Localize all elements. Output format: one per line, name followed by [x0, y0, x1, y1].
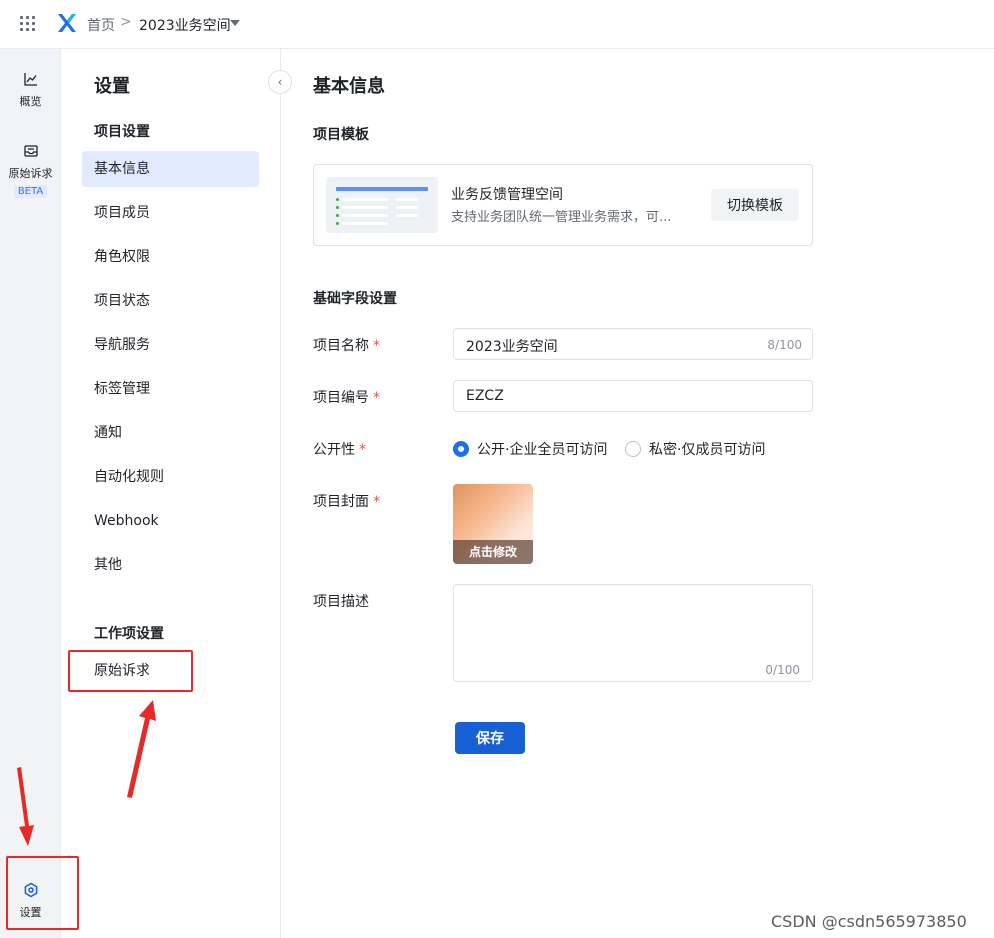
project-name-input[interactable]: 2023业务空间 8/100: [453, 328, 813, 360]
section-title-template: 项目模板: [313, 127, 369, 143]
sidebar-item-notifications[interactable]: 通知: [82, 415, 259, 451]
top-bar: 首页 > 2023业务空间: [0, 0, 994, 49]
field-label-code-text: 项目编号: [313, 390, 369, 406]
settings-sidebar: 设置 ‹ 项目设置 基本信息 项目成员 角色权限 项目状态 导航服务 标签管理 …: [62, 49, 292, 938]
field-label-visibility-text: 公开性: [313, 442, 355, 458]
breadcrumb-separator: >: [120, 14, 132, 30]
field-label-name: 项目名称 *: [313, 335, 380, 355]
field-label-cover-text: 项目封面: [313, 494, 369, 510]
breadcrumb-home[interactable]: 首页: [87, 15, 115, 35]
required-mark: *: [359, 442, 366, 458]
sidebar-title: 设置: [94, 76, 130, 97]
required-mark: *: [373, 338, 380, 354]
radio-circle-unchecked[interactable]: [625, 441, 641, 457]
annotation-box-raw-requests: [68, 650, 193, 692]
template-description: 支持业务团队统一管理业务需求，可...: [451, 210, 672, 225]
project-code-input[interactable]: EZCZ: [453, 380, 813, 412]
project-name-value: 2023业务空间: [466, 339, 558, 355]
save-button[interactable]: 保存: [455, 722, 525, 754]
rail-label-overview: 概览: [19, 95, 42, 108]
breadcrumb-space[interactable]: 2023业务空间: [139, 15, 231, 35]
group-title-workitem: 工作项设置: [94, 626, 164, 642]
project-code-value: EZCZ: [466, 388, 504, 404]
sidebar-item-navigation[interactable]: 导航服务: [82, 327, 259, 363]
group-title-project: 项目设置: [94, 124, 150, 140]
sidebar-item-automation[interactable]: 自动化规则: [82, 459, 259, 495]
sidebar-item-webhook[interactable]: Webhook: [82, 503, 259, 539]
x-logo-icon[interactable]: [56, 12, 78, 34]
rail-label-raw-requests: 原始诉求: [8, 167, 53, 180]
radio-private[interactable]: 私密·仅成员可访问: [625, 439, 765, 459]
radio-private-label: 私密·仅成员可访问: [649, 442, 766, 458]
page-title: 基本信息: [313, 76, 385, 97]
chart-line-icon: [23, 73, 37, 86]
beta-badge: BETA: [13, 185, 48, 198]
sidebar-item-status[interactable]: 项目状态: [82, 283, 259, 319]
annotation-box-settings: [6, 856, 79, 930]
template-name: 业务反馈管理空间: [451, 187, 563, 203]
required-mark: *: [373, 390, 380, 406]
sidebar-item-roles[interactable]: 角色权限: [82, 239, 259, 275]
cover-edit-button[interactable]: 点击修改: [453, 540, 533, 564]
description-count: 0/100: [765, 663, 800, 677]
field-label-description: 项目描述: [313, 594, 369, 610]
sidebar-item-members[interactable]: 项目成员: [82, 195, 259, 231]
grid-icon[interactable]: [20, 16, 36, 32]
section-title-fields: 基础字段设置: [313, 291, 397, 307]
main-content: 基本信息 项目模板 业务反馈管理空间 支持业务团队统一管理业务需求，可... 切…: [282, 49, 994, 938]
rail-item-overview[interactable]: 概览: [0, 71, 61, 109]
project-name-count: 8/100: [767, 338, 802, 352]
caret-down-icon[interactable]: [230, 20, 240, 26]
template-card: 业务反馈管理空间 支持业务团队统一管理业务需求，可... 切换模板: [313, 164, 813, 246]
left-rail: 概览 原始诉求 BETA 设置: [0, 49, 61, 938]
radio-circle-checked[interactable]: [453, 441, 469, 457]
required-mark: *: [373, 494, 380, 510]
template-thumbnail: [326, 177, 438, 233]
project-description-textarea[interactable]: 0/100: [453, 584, 813, 682]
radio-public-label: 公开·企业全员可访问: [477, 442, 608, 458]
field-label-cover: 项目封面 *: [313, 491, 380, 511]
switch-template-button[interactable]: 切换模板: [711, 189, 799, 221]
watermark: CSDN @csdn565973850: [771, 912, 967, 931]
rail-item-raw-requests[interactable]: 原始诉求 BETA: [0, 143, 61, 198]
sidebar-item-other[interactable]: 其他: [82, 547, 259, 583]
radio-public[interactable]: 公开·企业全员可访问: [453, 439, 607, 459]
sidebar-item-tags[interactable]: 标签管理: [82, 371, 259, 407]
project-cover-image[interactable]: 点击修改: [453, 484, 533, 564]
sidebar-item-basic-info[interactable]: 基本信息: [82, 151, 259, 187]
field-label-name-text: 项目名称: [313, 338, 369, 354]
field-label-visibility: 公开性 *: [313, 439, 366, 459]
field-label-code: 项目编号 *: [313, 387, 380, 407]
inbox-icon: [23, 145, 38, 157]
